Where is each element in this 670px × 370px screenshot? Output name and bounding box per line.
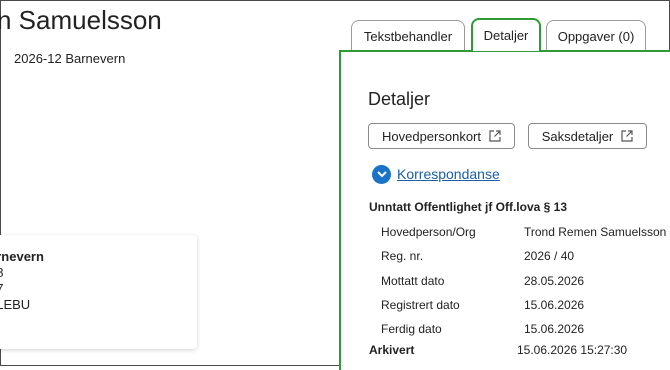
case-subtitle: 2026-12 Barnevern bbox=[14, 51, 126, 66]
detail-value: 15.06.2026 bbox=[524, 298, 585, 312]
detail-value: 15.06.2026 bbox=[524, 322, 585, 336]
tab-label: Detaljer bbox=[483, 28, 529, 43]
hovedpersonkort-button[interactable]: Hovedpersonkort bbox=[368, 123, 515, 149]
section-heading: Unntatt Offentlighet jf Off.lova § 13 bbox=[369, 200, 568, 214]
button-label: Hovedpersonkort bbox=[382, 128, 481, 144]
korrespondanse-link[interactable]: Korrespondanse bbox=[397, 166, 500, 182]
detail-value: 28.05.2026 bbox=[524, 274, 585, 288]
detail-value: 2026 / 40 bbox=[524, 249, 575, 263]
tab-detaljer[interactable]: Detaljer bbox=[471, 18, 541, 51]
detail-label: Hovedperson/Org bbox=[381, 225, 476, 239]
external-link-icon bbox=[489, 130, 501, 142]
detail-value: Trond Remen Samuelsson bbox=[524, 225, 667, 239]
panel-heading: Detaljer bbox=[368, 89, 431, 109]
external-link-icon bbox=[621, 130, 633, 142]
tab-tekstbehandler[interactable]: Tekstbehandler bbox=[351, 20, 465, 51]
card-line: 27 bbox=[0, 281, 3, 296]
button-label: Saksdetaljer bbox=[541, 128, 614, 144]
tab-oppgaver[interactable]: Oppgaver (0) bbox=[546, 20, 646, 51]
chevron-down-icon bbox=[376, 171, 387, 178]
arkivert-label: Arkivert bbox=[369, 343, 415, 357]
tab-label: Oppgaver (0) bbox=[557, 28, 635, 44]
arkivert-value: 15.06.2026 15:27:30 bbox=[517, 343, 628, 357]
card-line: 38 bbox=[0, 265, 3, 280]
page-title: n Samuelsson bbox=[0, 5, 162, 35]
detail-label: Mottatt dato bbox=[381, 274, 445, 288]
saksdetaljer-button[interactable]: Saksdetaljer bbox=[528, 123, 647, 149]
card-line-title: arnevern bbox=[0, 249, 44, 264]
detail-label: Registrert dato bbox=[381, 298, 460, 312]
tab-label: Tekstbehandler bbox=[363, 28, 453, 44]
korrespondanse-toggle[interactable] bbox=[372, 165, 391, 184]
info-card: arnevern 38 27 LLEBU bbox=[0, 235, 197, 349]
card-line: LLEBU bbox=[0, 297, 31, 312]
detail-label: Ferdig dato bbox=[381, 322, 442, 336]
detail-label: Reg. nr. bbox=[381, 249, 424, 263]
